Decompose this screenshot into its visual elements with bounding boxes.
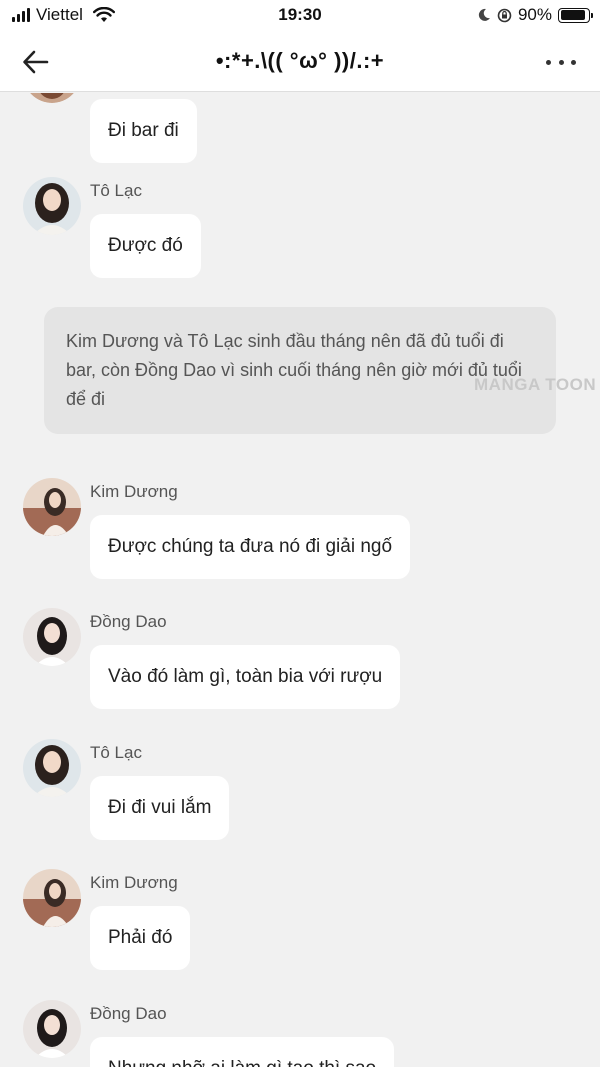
avatar (23, 739, 81, 797)
chat-message: Đồng Dao Nhưng nhỡ ai làm gì tao thì sao (0, 1000, 600, 1067)
chat-list[interactable]: Đi bar đi Tô Lạc Được đó Kim Dương và Tô… (0, 93, 600, 1067)
sender-name: Kim Dương (90, 873, 178, 892)
rotation-lock-icon (497, 8, 512, 22)
avatar (23, 177, 81, 235)
message-bubble: Vào đó làm gì, toàn bia với rượu (90, 645, 401, 709)
message-bubble: Đi bar đi (90, 99, 197, 163)
more-dot-icon (571, 59, 576, 65)
chat-message: Tô Lạc Được đó (0, 177, 600, 287)
sender-name: Tô Lạc (90, 743, 142, 762)
more-dot-icon (546, 59, 551, 65)
chat-message: Tô Lạc Đi đi vui lắm (0, 739, 600, 849)
back-button[interactable] (20, 46, 52, 78)
avatar (23, 1000, 81, 1058)
battery-percent: 90% (517, 5, 552, 24)
message-bubble: Được chúng ta đưa nó đi giải ngố (90, 515, 411, 579)
back-arrow-icon (23, 50, 49, 74)
avatar (23, 93, 81, 103)
chat-header: •:*+.\(( °ω° ))/.:+ (0, 32, 600, 92)
chat-message: Kim Dương Được chúng ta đưa nó đi giải n… (0, 478, 600, 588)
message-bubble: Đi đi vui lắm (90, 776, 230, 840)
avatar (23, 869, 81, 927)
avatar (23, 478, 81, 536)
chat-message: Đồng Dao Vào đó làm gì, toàn bia với rượ… (0, 608, 600, 718)
sender-name: Tô Lạc (90, 181, 142, 200)
status-bar: Viettel 19:30 90% (0, 0, 600, 32)
moon-icon (478, 8, 490, 21)
sender-name: Kim Dương (90, 482, 178, 501)
chat-message: Đi bar đi (0, 93, 600, 165)
narration-box: Kim Dương và Tô Lạc sinh đầu tháng nên đ… (44, 307, 556, 434)
chat-message: Kim Dương Phải đó (0, 869, 600, 979)
chat-title: •:*+.\(( °ω° ))/.:+ (215, 48, 385, 73)
avatar (23, 608, 81, 666)
battery-icon (558, 7, 593, 23)
more-dot-icon (558, 59, 564, 65)
status-right: 90% (477, 5, 593, 25)
message-bubble: Nhưng nhỡ ai làm gì tao thì sao (90, 1037, 395, 1067)
more-options-button[interactable] (546, 50, 576, 74)
sender-name: Đồng Dao (90, 612, 167, 631)
sender-name: Đồng Dao (90, 1004, 167, 1023)
message-bubble: Phải đó (90, 906, 191, 970)
watermark: MANGA TOON (474, 375, 597, 394)
message-bubble: Được đó (90, 214, 201, 278)
